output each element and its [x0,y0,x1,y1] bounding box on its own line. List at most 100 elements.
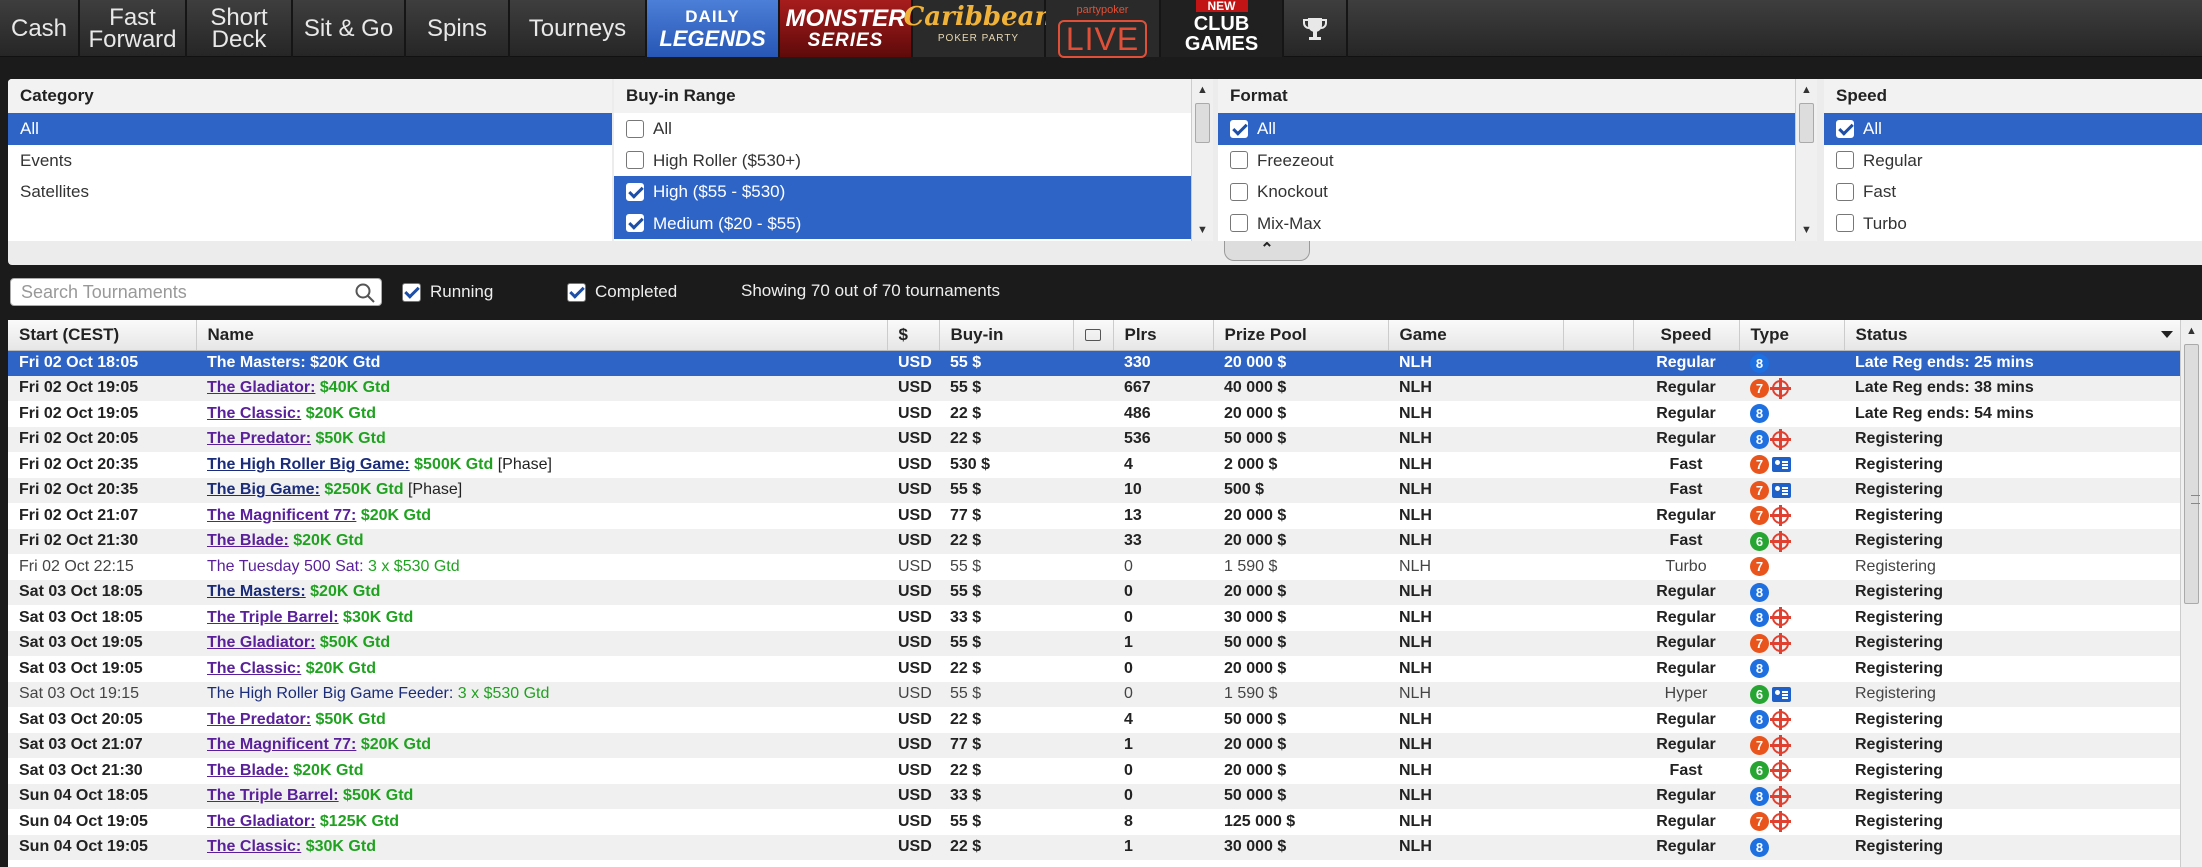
format-item-mix-max[interactable]: Mix-Max [1218,208,1802,240]
tab-caribbean-poker-party[interactable]: Caribbean POKER PARTY [904,0,1053,57]
tournament-name[interactable]: The Gladiator: [207,813,315,830]
cell-name[interactable]: The Blade: $20K Gtd [196,758,887,784]
running-toggle[interactable]: Running [402,282,493,302]
tab-spins[interactable]: Spins [406,0,510,57]
speed-item-turbo[interactable]: Turbo [1824,208,2202,240]
table-row[interactable]: Sat 03 Oct 21:30 The Blade: $20K Gtd USD 2… [8,758,2180,784]
format-item-all[interactable]: All [1218,113,1802,145]
tournament-name[interactable]: The Masters: [207,354,306,371]
cell-name[interactable]: The Predator: $50K Gtd [196,426,887,452]
checkbox[interactable] [1230,182,1248,201]
table-row[interactable]: Fri 02 Oct 19:05 The Gladiator: $40K Gtd … [8,375,2180,401]
format-item-knockout[interactable]: Knockout [1218,176,1802,208]
table-row[interactable]: Sat 03 Oct 19:05 The Gladiator: $50K Gtd … [8,630,2180,656]
col-name[interactable]: Name [196,320,888,351]
tab-club-games[interactable]: NEW CLUB GAMES [1161,0,1284,57]
cell-name[interactable]: The Triple Barrel: $50K Gtd [196,783,887,809]
speed-item-regular[interactable]: Regular [1824,145,2202,177]
scroll-up-icon[interactable]: ▲ [1192,79,1213,101]
cell-name[interactable]: The Triple Barrel: $30K Gtd [196,605,887,631]
tab-fast-forward[interactable]: Fast Forward [80,0,187,57]
category-item-all[interactable]: All [8,113,612,145]
table-row[interactable]: Fri 02 Oct 21:07 The Magnificent 77: $20K… [8,503,2180,529]
tournament-name[interactable]: The Blade: [207,532,289,549]
table-row[interactable]: Sun 04 Oct 19:05 The Classic: $30K Gtd US… [8,834,2180,860]
category-item-events[interactable]: Events [8,145,612,177]
buyin-item-high-roller[interactable]: High Roller ($530+) [614,145,1198,177]
checkbox[interactable] [567,282,586,302]
table-row[interactable]: Sun 04 Oct 18:05 The Triple Barrel: $50K … [8,783,2180,809]
table-row[interactable]: Sat 03 Oct 19:15 The High Roller Big Game… [8,681,2180,707]
tournament-name[interactable]: The Predator: [207,430,311,447]
tournament-name[interactable]: The Big Game: [207,481,320,498]
search-input[interactable] [11,279,341,305]
search-icon[interactable] [353,281,377,305]
checkbox[interactable] [1836,151,1854,170]
speed-item-fast[interactable]: Fast [1824,176,2202,208]
cell-name[interactable]: The High Roller Big Game: $500K Gtd [Pha… [196,452,887,478]
tournament-name[interactable]: The Magnificent 77: [207,507,356,524]
tab-short-deck[interactable]: Short Deck [187,0,293,57]
table-row[interactable]: Sat 03 Oct 21:07 The Magnificent 77: $20K… [8,732,2180,758]
scroll-down-icon[interactable]: ▼ [1796,219,1817,241]
table-row[interactable]: Fri 02 Oct 20:35 The High Roller Big Game… [8,452,2180,478]
cell-name[interactable]: The Gladiator: $40K Gtd [196,375,887,401]
cell-name[interactable]: The Tuesday 500 Sat: 3 x $530 Gtd [196,554,887,580]
cell-name[interactable]: The Predator: $50K Gtd [196,707,887,733]
col-status[interactable]: Status [1844,320,2180,351]
scroll-thumb[interactable] [1799,103,1814,143]
col-start[interactable]: Start (CEST) [8,320,197,351]
cell-name[interactable]: The Masters: $20K Gtd [196,350,887,376]
buyin-scrollbar[interactable]: ▲ ▼ [1191,79,1213,241]
col-prize-pool[interactable]: Prize Pool [1213,320,1389,351]
table-row[interactable]: Sun 04 Oct 19:05 The Gladiator: $125K Gtd… [8,809,2180,835]
tab-partypoker-live[interactable]: partypoker LIVE [1046,0,1161,58]
table-scrollbar[interactable]: ▲ [2180,320,2202,867]
scroll-up-icon[interactable]: ▲ [2181,320,2202,342]
table-row[interactable]: Fri 02 Oct 19:05 The Classic: $20K Gtd US… [8,401,2180,427]
tournament-name[interactable]: The Tuesday 500 Sat: [207,558,364,575]
checkbox[interactable] [1230,214,1248,233]
cell-name[interactable]: The Classic: $20K Gtd [196,401,887,427]
checkbox[interactable] [1230,151,1248,170]
tournament-name[interactable]: The Classic: [207,660,301,677]
table-row[interactable]: Fri 02 Oct 20:35 The Big Game: $250K Gtd … [8,477,2180,503]
tournament-name[interactable]: The High Roller Big Game Feeder: [207,685,453,702]
tournament-name[interactable]: The Blade: [207,762,289,779]
col-buyin[interactable]: Buy-in [939,320,1074,351]
cell-name[interactable]: The Blade: $20K Gtd [196,528,887,554]
tournament-name[interactable]: The High Roller Big Game: [207,456,410,473]
buyin-item-high[interactable]: High ($55 - $530) [614,176,1198,208]
tab-trophy[interactable] [1284,0,1348,57]
checkbox[interactable] [402,282,421,302]
checkbox[interactable] [626,214,644,233]
table-row[interactable]: Fri 02 Oct 22:15 The Tuesday 500 Sat: 3 x… [8,554,2180,580]
tournament-name[interactable]: The Gladiator: [207,379,315,396]
tab-sit-and-go[interactable]: Sit & Go [293,0,406,57]
tab-cash[interactable]: Cash [0,0,80,57]
buyin-item-all[interactable]: All [614,113,1198,145]
buyin-item-medium[interactable]: Medium ($20 - $55) [614,207,1198,239]
col-players[interactable]: Plrs [1113,320,1214,351]
col-speed[interactable]: Speed [1633,320,1740,351]
completed-toggle[interactable]: Completed [567,282,677,302]
cell-name[interactable]: The High Roller Big Game Feeder: 3 x $53… [196,681,887,707]
col-ticket[interactable] [1073,320,1114,351]
table-row[interactable]: Fri 02 Oct 18:05 The Masters: $20K Gtd US… [8,350,2180,376]
tab-monster-series[interactable]: MONSTER SERIES [780,0,913,57]
cell-name[interactable]: The Gladiator: $50K Gtd [196,630,887,656]
tournament-name[interactable]: The Masters: [207,583,306,600]
cell-name[interactable]: The Gladiator: $125K Gtd [196,809,887,835]
cell-name[interactable]: The Magnificent 77: $20K Gtd [196,503,887,529]
collapse-filters-button[interactable]: ⌃ [1224,241,1310,261]
table-row[interactable]: Sat 03 Oct 19:05 The Classic: $20K Gtd US… [8,656,2180,682]
checkbox[interactable] [1836,214,1854,233]
cell-name[interactable]: The Magnificent 77: $20K Gtd [196,732,887,758]
tournament-name[interactable]: The Predator: [207,711,311,728]
category-item-satellites[interactable]: Satellites [8,176,612,208]
table-row[interactable]: Sat 03 Oct 20:05 The Predator: $50K Gtd U… [8,707,2180,733]
checkbox[interactable] [626,119,644,138]
tournament-name[interactable]: The Classic: [207,405,301,422]
col-game[interactable]: Game [1388,320,1564,351]
tournament-name[interactable]: The Magnificent 77: [207,736,356,753]
